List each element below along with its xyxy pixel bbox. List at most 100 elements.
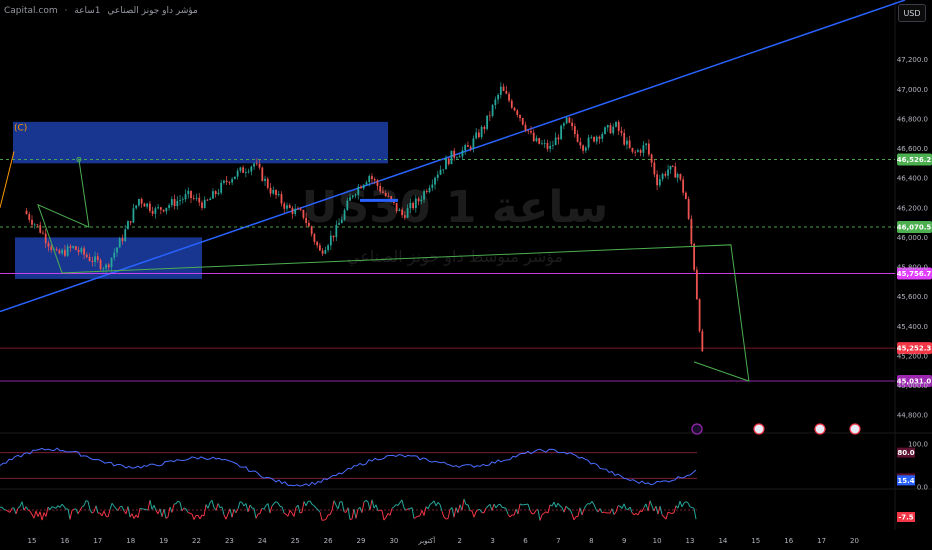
price-chart[interactable]: US30 1 ساعةمؤشر متوسط داو جونز الصناعي46… [0,0,932,550]
stochastic-band-label: 80.0 [897,449,914,457]
x-tick-label: 15 [751,537,760,545]
candle-body [475,132,478,139]
candle-body [546,143,549,149]
oscillator-segment [259,508,263,514]
oscillator-segment [163,509,167,519]
candle-body [519,114,521,119]
candle-body [61,249,64,254]
candle-body [423,191,425,200]
oscillator-segment [391,506,395,509]
oscillator-segment [685,501,689,504]
candle-body [403,215,406,218]
oscillator-segment [3,509,7,511]
oscillator-segment [397,502,401,506]
oscillator-segment [493,503,497,509]
oscillator-segment [33,510,37,519]
supply-demand-zone [13,121,388,164]
candle-body [308,222,310,227]
oscillator-segment [133,514,137,519]
candle-body [527,130,530,132]
stochastic-line [0,447,697,487]
x-tick-label: 19 [159,537,168,545]
oscillator-segment [215,503,219,511]
x-tick-label: 6 [523,537,528,545]
candle-body [42,232,44,234]
candle-body [538,138,541,144]
oscillator-segment [187,512,191,514]
oscillator-segment [39,511,43,521]
oscillator-segment [543,511,547,514]
oscillator-segment [313,505,317,509]
candle-body [387,195,390,197]
currency-button[interactable]: USD [898,4,926,22]
candle-body [69,246,72,248]
candle-body [491,105,494,116]
candle-body [576,134,579,142]
x-tick-label: 13 [686,537,695,545]
candle-body [671,165,674,167]
oscillator-segment [13,507,17,515]
oscillator-segment [299,511,303,514]
oscillator-segment [29,510,33,515]
oscillator-segment [49,506,53,510]
candle-body [102,268,105,270]
candle-body [253,163,255,167]
candle-body [239,167,242,171]
x-tick-label: 16 [784,537,793,545]
candle-body [467,145,469,147]
oscillator-segment [189,512,193,515]
candle-body [74,246,77,251]
oscillator-segment [463,498,467,505]
oscillator-segment [593,504,597,510]
oscillator-segment [107,509,111,518]
candle-body [571,122,574,127]
oscillator-segment [275,501,279,504]
oscillator-segment [281,506,285,514]
oscillator-segment [561,507,565,513]
candle-body [44,233,47,244]
candle-body [532,132,535,142]
candle-body [510,100,513,108]
candle-body [601,133,604,139]
candle-body [637,150,639,152]
oscillator-segment [161,508,165,517]
oscillator-segment [573,516,577,521]
oscillator-segment [175,500,179,504]
candle-body [409,202,412,209]
oscillator-segment [553,501,557,508]
candle-body [395,202,398,212]
oscillator-segment [429,502,433,505]
stochastic-tick-label: 100.0 [908,441,928,449]
oscillator-segment [153,505,157,511]
oscillator-segment [687,502,691,508]
oscillator-segment [641,507,645,513]
oscillator-segment [93,505,97,512]
candle-body [195,197,198,199]
oscillator-segment [333,500,337,506]
candle-body [217,192,220,195]
candle-body [179,200,181,201]
candle-body [431,184,434,188]
candle-body [212,191,214,199]
candle-body [461,150,464,157]
candle-body [165,207,168,212]
candle-body [338,223,340,225]
oscillator-segment [389,508,393,516]
oscillator-segment [273,501,277,504]
candle-body [587,137,590,148]
oscillator-segment [601,511,605,514]
candle-body [173,199,176,207]
oscillator-segment [419,510,423,516]
candle-body [162,209,165,212]
candle-body [214,191,217,195]
x-tick-label: 8 [589,537,593,545]
oscillator-segment [177,500,181,503]
oscillator-segment [683,501,687,504]
oscillator-segment [63,506,67,510]
oscillator-segment [599,508,603,513]
oscillator-segment [629,506,633,513]
price-tick-label: 46,200.0 [897,204,928,212]
candle-body [332,235,335,238]
oscillator-segment [297,505,301,514]
price-tick-label: 45,000.0 [897,382,928,390]
